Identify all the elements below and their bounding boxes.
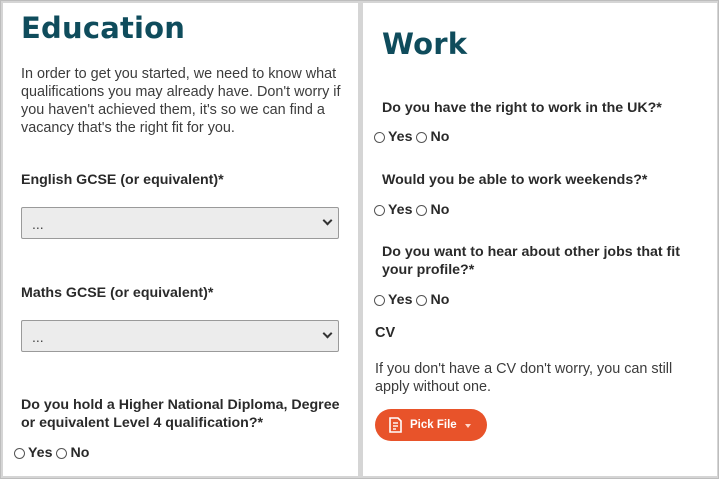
work-title: Work <box>382 27 468 61</box>
maths-gcse-label: Maths GCSE (or equivalent)* <box>21 285 214 301</box>
other-jobs-label-line1: Do you want to hear about other jobs tha… <box>382 244 680 260</box>
right-to-work-label: Do you have the right to work in the UK?… <box>382 100 662 116</box>
maths-gcse-value: ... <box>32 329 44 345</box>
cv-title: CV <box>375 325 396 341</box>
weekends-label: Would you be able to work weekends?* <box>382 172 648 188</box>
right-to-work-radio-group: Yes No <box>374 129 453 145</box>
chevron-down-icon <box>322 328 333 339</box>
hnd-yes-radio[interactable] <box>14 447 25 459</box>
chevron-down-icon <box>322 215 333 226</box>
hnd-radio-group: Yes No <box>14 445 93 461</box>
hnd-question-line1: Do you hold a Higher National Diploma, D… <box>21 397 340 413</box>
right-to-work-yes-label[interactable]: Yes <box>388 129 412 145</box>
right-to-work-yes-radio[interactable] <box>374 131 385 143</box>
weekends-radio-group: Yes No <box>374 202 453 218</box>
english-gcse-value: ... <box>32 216 44 232</box>
pick-file-button[interactable]: Pick File <box>375 409 487 441</box>
hnd-question-line2: or equivalent Level 4 qualification?* <box>21 415 264 431</box>
other-jobs-no-label[interactable]: No <box>430 292 449 308</box>
other-jobs-no-radio[interactable] <box>416 294 428 306</box>
hnd-no-radio[interactable] <box>56 447 68 459</box>
right-to-work-no-radio[interactable] <box>416 131 428 143</box>
right-to-work-no-label[interactable]: No <box>430 129 449 145</box>
hnd-yes-label[interactable]: Yes <box>28 445 52 461</box>
other-jobs-radio-group: Yes No <box>374 292 453 308</box>
education-title: Education <box>21 11 186 45</box>
work-panel: Work Do you have the right to work in th… <box>363 3 717 476</box>
weekends-yes-radio[interactable] <box>374 204 385 216</box>
cv-description: If you don't have a CV don't worry, you … <box>375 361 673 395</box>
maths-gcse-select[interactable]: ... <box>21 320 339 352</box>
other-jobs-label-line2: your profile?* <box>382 262 475 278</box>
education-panel: Education In order to get you started, w… <box>3 3 358 476</box>
education-intro: In order to get you started, we need to … <box>21 66 341 136</box>
hnd-no-label[interactable]: No <box>70 445 89 461</box>
english-gcse-select[interactable]: ... <box>21 207 339 239</box>
weekends-yes-label[interactable]: Yes <box>388 202 412 218</box>
pick-file-label: Pick File <box>410 419 457 431</box>
weekends-no-radio[interactable] <box>416 204 428 216</box>
english-gcse-label: English GCSE (or equivalent)* <box>21 172 224 188</box>
other-jobs-yes-label[interactable]: Yes <box>388 292 412 308</box>
weekends-no-label[interactable]: No <box>430 202 449 218</box>
other-jobs-yes-radio[interactable] <box>374 294 385 306</box>
file-icon <box>389 417 402 433</box>
caret-down-icon <box>464 423 471 428</box>
page-frame: Education In order to get you started, w… <box>0 0 719 479</box>
